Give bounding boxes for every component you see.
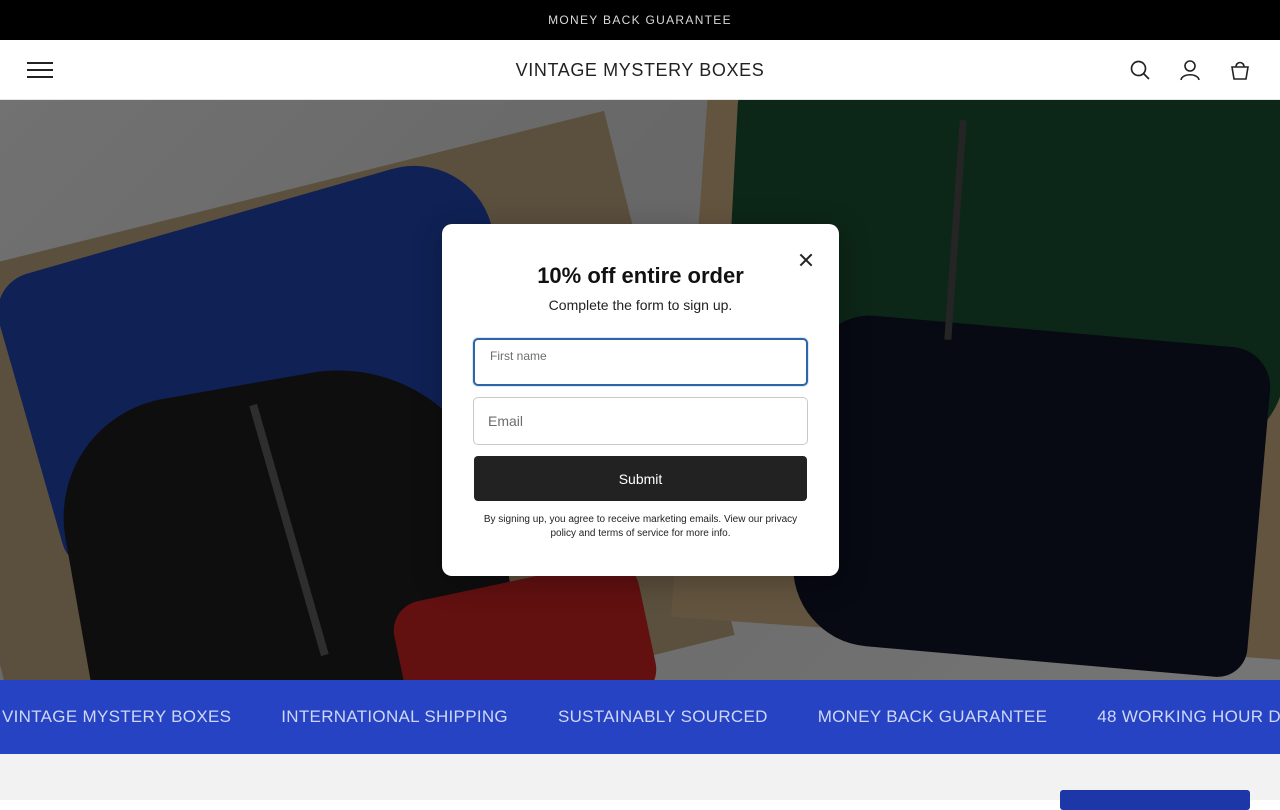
first-name-field[interactable]: First name — [473, 338, 808, 386]
email-field[interactable] — [473, 397, 808, 445]
marquee-item: MONEY BACK GUARANTEE — [817, 707, 1048, 726]
first-name-label: First name — [490, 349, 547, 363]
below-fold-button[interactable] — [1060, 790, 1250, 810]
submit-button[interactable]: Submit — [474, 456, 807, 501]
email-input[interactable] — [488, 398, 788, 444]
search-icon[interactable] — [1125, 55, 1155, 85]
announcement-bar: MONEY BACK GUARANTEE — [0, 0, 1280, 40]
site-brand[interactable]: VINTAGE MYSTERY BOXES — [0, 40, 1280, 100]
marquee-item: VINTAGE MYSTERY BOXES — [2, 707, 232, 726]
signup-modal: 10% off entire order Complete the form t… — [442, 224, 839, 576]
marquee-item: INTERNATIONAL SHIPPING — [281, 707, 508, 726]
announcement-text: MONEY BACK GUARANTEE — [548, 13, 732, 27]
modal-title: 10% off entire order — [537, 263, 744, 288]
site-header: VINTAGE MYSTERY BOXES — [0, 40, 1280, 100]
legal-text: By signing up, you agree to receive mark… — [483, 514, 798, 539]
marquee-bar: VINTAGE MYSTERY BOXES INTERNATIONAL SHIP… — [0, 680, 1280, 754]
cart-icon[interactable] — [1225, 55, 1255, 85]
account-icon[interactable] — [1175, 55, 1205, 85]
marquee-item: SUSTAINABLY SOURCED — [557, 707, 768, 726]
below-fold-section — [0, 754, 1280, 810]
first-name-input[interactable] — [489, 362, 789, 380]
modal-subtitle: Complete the form to sign up. — [548, 297, 733, 313]
marquee-item: 48 WORKING HOUR DISPATCH — [1097, 707, 1280, 726]
menu-icon[interactable] — [24, 54, 56, 86]
